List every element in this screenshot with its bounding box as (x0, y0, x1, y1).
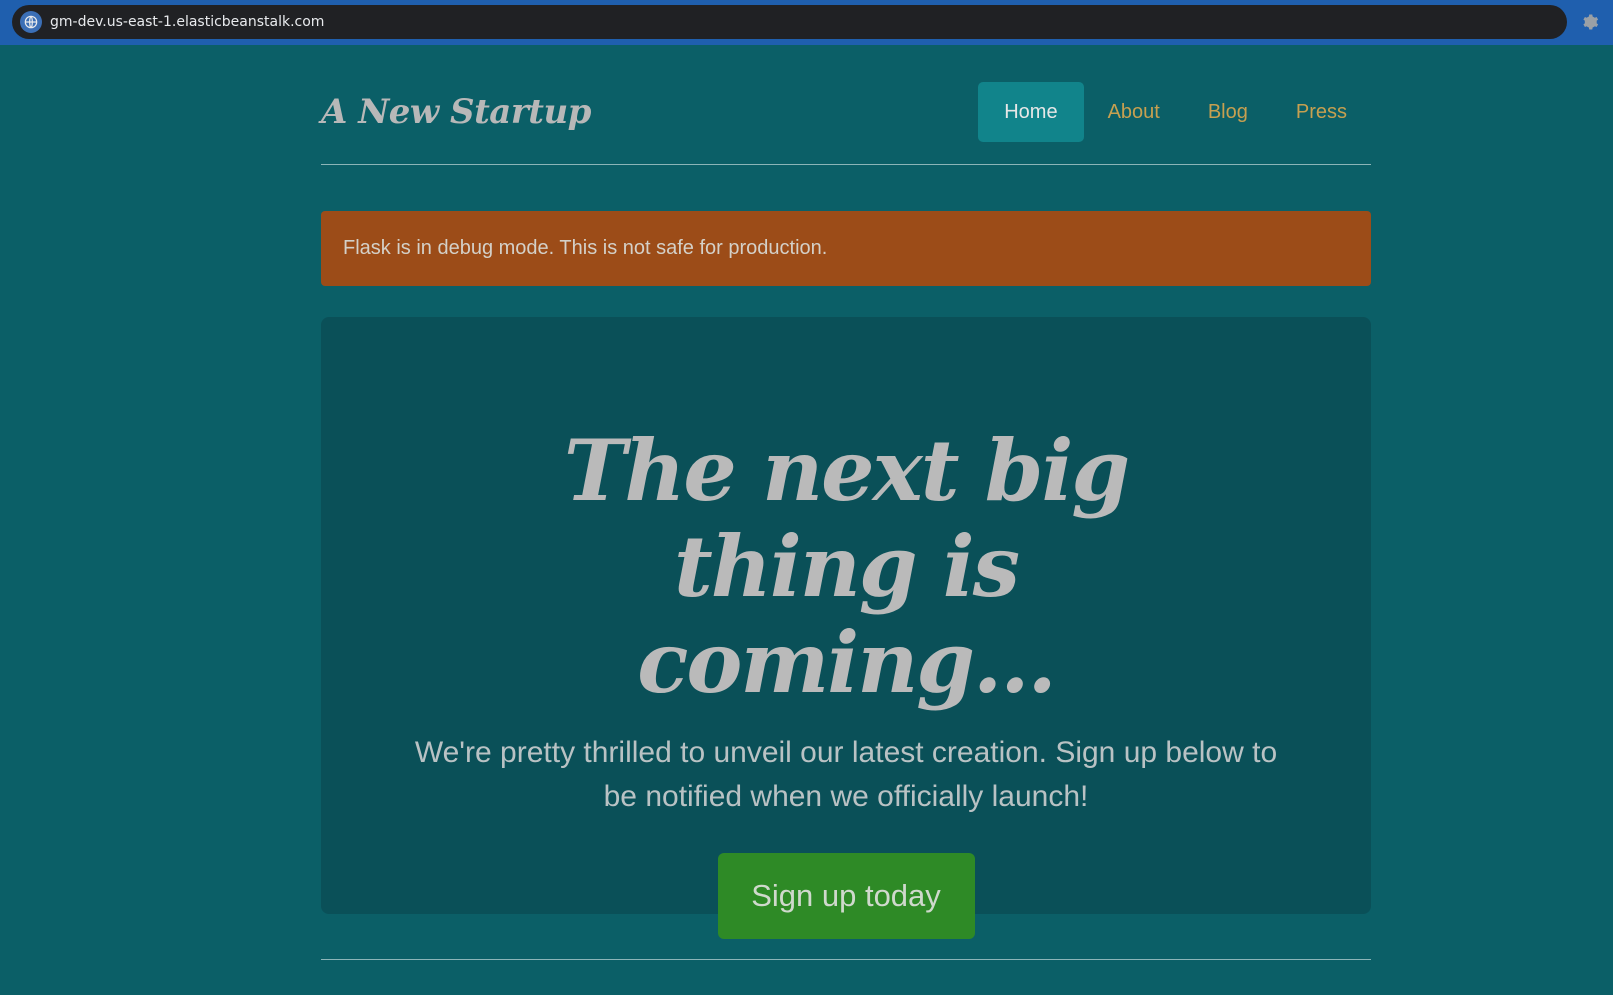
debug-alert: Flask is in debug mode. This is not safe… (321, 211, 1371, 286)
hero-headline: The next big thing is coming... (563, 421, 1130, 712)
globe-icon[interactable] (20, 11, 42, 33)
hero-lead: We're pretty thrilled to unveil our late… (414, 736, 1278, 813)
address-bar[interactable]: gm-dev.us-east-1.elasticbeanstalk.com (12, 5, 1567, 39)
nav-item-blog[interactable]: Blog (1184, 82, 1272, 142)
site-header: A New Startup Home About Blog Press (321, 45, 1371, 165)
footer-divider (321, 959, 1371, 960)
url-text[interactable]: gm-dev.us-east-1.elasticbeanstalk.com (50, 14, 324, 30)
brand-logo[interactable]: A New Startup (321, 92, 591, 132)
gear-icon[interactable] (1581, 13, 1599, 31)
alert-message: Flask is in debug mode. This is not safe… (343, 237, 828, 259)
nav-item-about[interactable]: About (1084, 82, 1184, 142)
browser-chrome: gm-dev.us-east-1.elasticbeanstalk.com (0, 0, 1613, 45)
main-nav: Home About Blog Press (978, 81, 1371, 142)
hero-jumbotron: The next big thing is coming... We're pr… (321, 317, 1371, 939)
nav-item-press[interactable]: Press (1272, 82, 1371, 142)
page-container: A New Startup Home About Blog Press Flas… (321, 45, 1371, 960)
nav-item-home[interactable]: Home (978, 81, 1084, 142)
signup-button[interactable]: Sign up today (717, 853, 975, 939)
